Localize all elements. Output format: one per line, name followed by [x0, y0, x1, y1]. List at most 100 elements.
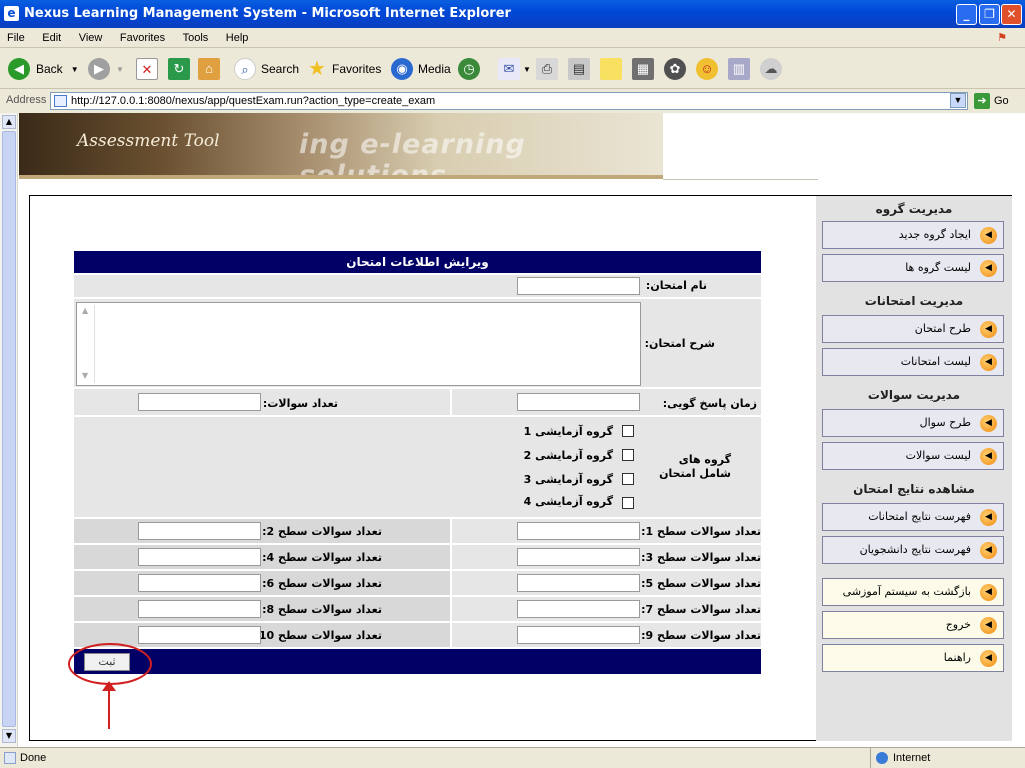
- sidebar-item-help[interactable]: راهنما ◀: [822, 644, 1004, 672]
- smiley-icon: ☺: [696, 58, 718, 80]
- sidebar-item-label: طرح سوال: [919, 416, 971, 429]
- form-title: ویرایش اطلاعات امتحان: [74, 251, 761, 273]
- history-button[interactable]: ◷: [458, 57, 480, 81]
- menu-edit[interactable]: Edit: [35, 28, 68, 48]
- response-time-input[interactable]: [517, 393, 640, 411]
- search-button[interactable]: ⌕ Search: [234, 57, 299, 81]
- group-1-checkbox[interactable]: [622, 425, 634, 437]
- sidebar-item-label: فهرست نتایج دانشجویان: [859, 543, 971, 556]
- arrow-left-icon: ◀: [980, 448, 997, 465]
- sidebar-item-group-list[interactable]: لیست گروه ها ◀: [822, 254, 1004, 282]
- edit-button[interactable]: ▤: [568, 57, 590, 81]
- media-button[interactable]: ◉ Media: [391, 57, 451, 81]
- search-icon: ⌕: [234, 58, 256, 80]
- group-2-checkbox[interactable]: [622, 449, 634, 461]
- sidebar-item-new-group[interactable]: ایجاد گروه جدید ◀: [822, 221, 1004, 249]
- home-button[interactable]: ⌂: [198, 57, 220, 81]
- address-dropdown-icon[interactable]: ▼: [950, 93, 966, 108]
- forward-arrow-icon: ▶: [88, 58, 110, 80]
- ie-logo-icon: e: [4, 6, 19, 21]
- security-zone: Internet: [870, 748, 1025, 768]
- level-9-input[interactable]: [517, 626, 640, 644]
- group-3-checkbox[interactable]: [622, 473, 634, 485]
- question-count-input[interactable]: [138, 393, 261, 411]
- level-2-input[interactable]: [138, 522, 261, 540]
- stop-button[interactable]: ✕: [136, 57, 158, 81]
- address-input[interactable]: http://127.0.0.1:8080/nexus/app/questExa…: [50, 92, 968, 110]
- arrow-left-icon: ◀: [980, 415, 997, 432]
- sidebar-item-label: لیست گروه ها: [905, 261, 971, 274]
- sidebar-item-design-question[interactable]: طرح سوال ◀: [822, 409, 1004, 437]
- favorites-button[interactable]: ★ Favorites: [306, 57, 381, 81]
- chat-button[interactable]: ☁: [760, 57, 782, 81]
- sidebar-item-exam-results[interactable]: فهرست نتایج امتحانات ◀: [822, 503, 1004, 531]
- scroll-thumb[interactable]: [2, 131, 16, 727]
- maximize-button[interactable]: ❐: [979, 4, 1000, 25]
- submit-bar: ثبت: [74, 649, 761, 674]
- level-cell: تعداد سوالات سطح 2:: [74, 519, 450, 543]
- back-dropdown-icon[interactable]: ▼: [71, 65, 79, 74]
- yahoo-button[interactable]: ☺: [696, 57, 718, 81]
- level-8-input[interactable]: [138, 600, 261, 618]
- menu-view[interactable]: View: [72, 28, 110, 48]
- media-globe-icon: ◉: [391, 58, 413, 80]
- exam-desc-row: شرح امتحان: ▲ ▼: [74, 299, 761, 387]
- menu-file[interactable]: File: [0, 28, 32, 48]
- sidebar-item-exit[interactable]: خروج ◀: [822, 611, 1004, 639]
- arrow-left-icon: ◀: [980, 650, 997, 667]
- groups-row: گروه های شامل امتحان گروه آزمایشی 1 گروه…: [74, 417, 761, 517]
- level-10-input[interactable]: [138, 626, 261, 644]
- menu-tools[interactable]: Tools: [176, 28, 216, 48]
- forward-button[interactable]: ▶ ▼: [88, 57, 124, 81]
- menu-favorites[interactable]: Favorites: [113, 28, 172, 48]
- research-button[interactable]: ▦: [632, 57, 654, 81]
- groups-label: گروه های شامل امتحان: [659, 453, 731, 480]
- textarea-scrollbar[interactable]: ▲ ▼: [79, 305, 95, 383]
- back-button[interactable]: ◀ Back ▼: [8, 57, 79, 81]
- mail-icon: ✉: [498, 58, 520, 80]
- sidebar: مدیریت گروه ایجاد گروه جدید ◀ لیست گروه ه…: [816, 196, 1012, 741]
- group-3-label: گروه آزمایشی 3: [523, 473, 613, 486]
- mail-dropdown-icon[interactable]: ▼: [523, 65, 531, 74]
- print-button[interactable]: ⎙: [536, 57, 558, 81]
- banner-slogan: ing e-learning solutions: [299, 129, 526, 191]
- discuss-button[interactable]: [600, 57, 622, 81]
- sidebar-item-back-to-edu-system[interactable]: بازگشت به سیستم آموزشی ◀: [822, 578, 1004, 606]
- scroll-down-icon[interactable]: ▼: [82, 371, 88, 380]
- minimize-button[interactable]: _: [956, 4, 977, 25]
- menu-help[interactable]: Help: [219, 28, 256, 48]
- sidebar-item-student-results[interactable]: فهرست نتایج دانشجویان ◀: [822, 536, 1004, 564]
- level-3-input[interactable]: [517, 548, 640, 566]
- level-1-input[interactable]: [517, 522, 640, 540]
- vertical-scrollbar[interactable]: ▲ ▼: [0, 113, 18, 747]
- level-6-input[interactable]: [138, 574, 261, 592]
- sidebar-item-design-exam[interactable]: طرح امتحان ◀: [822, 315, 1004, 343]
- tools-button[interactable]: ▥: [728, 57, 750, 81]
- close-button[interactable]: ✕: [1001, 4, 1022, 25]
- level-4-input[interactable]: [138, 548, 261, 566]
- level-row: تعداد سوالات سطح 5: تعداد سوالات سطح 6:: [74, 571, 761, 595]
- menu-bar: File Edit View Favorites Tools Help: [0, 28, 1025, 48]
- arrow-left-icon: ◀: [980, 354, 997, 371]
- toolbar: ◀ Back ▼ ▶ ▼ ✕ ↻ ⌂ ⌕ Search ★ Favorites …: [0, 49, 1025, 89]
- level-5-input[interactable]: [517, 574, 640, 592]
- zone-label: Internet: [893, 752, 931, 764]
- sidebar-item-question-list[interactable]: لیست سوالات ◀: [822, 442, 1004, 470]
- level-7-input[interactable]: [517, 600, 640, 618]
- exam-desc-textarea[interactable]: ▲ ▼: [76, 302, 641, 386]
- exam-name-input[interactable]: [517, 277, 640, 295]
- arrow-left-icon: ◀: [980, 509, 997, 526]
- mail-button[interactable]: ✉ ▼: [498, 57, 531, 81]
- refresh-button[interactable]: ↻: [168, 57, 190, 81]
- exam-desc-label: شرح امتحان:: [644, 337, 715, 350]
- forward-dropdown-icon[interactable]: ▼: [116, 65, 124, 74]
- home-icon: ⌂: [198, 58, 220, 80]
- group-4-checkbox[interactable]: [622, 497, 634, 509]
- messenger-button[interactable]: ✿: [664, 57, 686, 81]
- go-button[interactable]: ➔ Go: [974, 92, 1009, 110]
- sidebar-item-exam-list[interactable]: لیست امتحانات ◀: [822, 348, 1004, 376]
- scroll-up-icon[interactable]: ▲: [82, 306, 88, 315]
- scroll-up-icon[interactable]: ▲: [2, 115, 16, 129]
- sidebar-item-label: فهرست نتایج امتحانات: [868, 510, 971, 523]
- scroll-down-icon[interactable]: ▼: [2, 729, 16, 743]
